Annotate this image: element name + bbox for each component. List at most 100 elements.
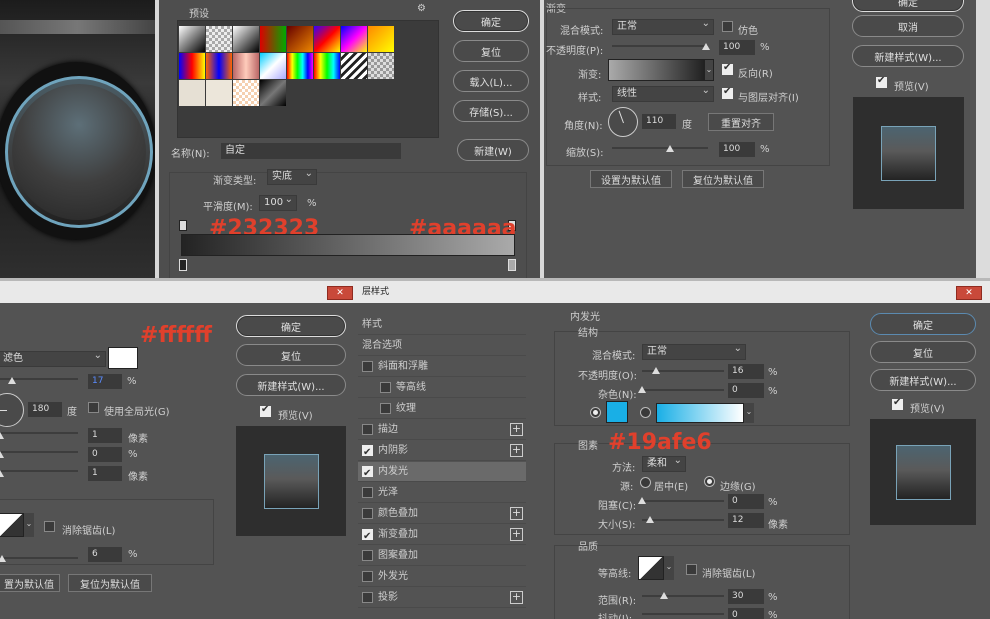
- opacity-knob[interactable]: [652, 367, 660, 374]
- noise-input[interactable]: 6: [88, 547, 122, 562]
- style-item-checkbox[interactable]: [362, 487, 373, 498]
- contour-dropdown[interactable]: ⌄: [24, 513, 34, 537]
- opacity-stop-left[interactable]: [179, 220, 187, 231]
- opacity-input[interactable]: 17: [88, 374, 122, 389]
- dither-checkbox[interactable]: [722, 21, 733, 32]
- load-button[interactable]: 载入(L)...: [453, 70, 529, 92]
- opacity-knob[interactable]: [8, 377, 16, 384]
- new-style-button[interactable]: 新建样式(W)...: [870, 369, 976, 391]
- plus-icon[interactable]: +: [510, 528, 523, 541]
- ok-button[interactable]: 确定: [236, 315, 346, 337]
- new-style-button[interactable]: 新建样式(W)...: [852, 45, 964, 67]
- plus-icon[interactable]: +: [510, 423, 523, 436]
- range-slider[interactable]: [642, 595, 724, 597]
- range-knob[interactable]: [660, 592, 668, 599]
- style-item[interactable]: 投影 +: [358, 588, 526, 608]
- swatch-14[interactable]: [341, 53, 367, 79]
- preview-checkbox[interactable]: [260, 404, 271, 417]
- choke-knob[interactable]: [0, 451, 4, 458]
- style-item-checkbox[interactable]: [362, 361, 373, 372]
- swatch-1[interactable]: [206, 26, 232, 52]
- new-style-button[interactable]: 新建样式(W)...: [236, 374, 346, 396]
- gradient-dropdown[interactable]: ⌄: [704, 59, 714, 81]
- angle-input[interactable]: 180: [28, 402, 62, 417]
- swatch-grid[interactable]: [179, 26, 399, 108]
- type-select[interactable]: 实底: [267, 169, 317, 185]
- style-item-checkbox[interactable]: [380, 382, 391, 393]
- save-button[interactable]: 存储(S)...: [453, 100, 529, 122]
- antialias-checkbox[interactable]: [44, 521, 55, 532]
- swatch-2[interactable]: [233, 26, 259, 52]
- jitter-slider[interactable]: [642, 613, 724, 615]
- reset-button[interactable]: 复位: [870, 341, 976, 363]
- reset-align-button[interactable]: 重置对齐: [708, 113, 774, 131]
- scale-slider[interactable]: [612, 147, 708, 149]
- style-item[interactable]: 图案叠加: [358, 546, 526, 566]
- style-item-checkbox[interactable]: [362, 464, 373, 484]
- swatch-7[interactable]: [368, 26, 394, 52]
- swatch-13[interactable]: [314, 53, 340, 79]
- glow-color-swatch[interactable]: [606, 401, 628, 423]
- global-light-checkbox[interactable]: [88, 402, 99, 413]
- opacity-input[interactable]: 100: [719, 40, 755, 55]
- style-item-checkbox[interactable]: [362, 424, 373, 435]
- noise-slider[interactable]: [642, 389, 724, 391]
- smooth-select[interactable]: 100: [259, 195, 297, 211]
- gear-icon[interactable]: ⚙: [417, 3, 426, 14]
- style-item[interactable]: 内阴影 +: [358, 441, 526, 463]
- style-item-checkbox[interactable]: [362, 571, 373, 582]
- style-item[interactable]: 颜色叠加 +: [358, 504, 526, 524]
- swatch-15[interactable]: [368, 53, 394, 79]
- choke-knob[interactable]: [638, 497, 646, 504]
- center-radio[interactable]: [640, 477, 651, 488]
- noise-slider[interactable]: [0, 557, 78, 559]
- plus-icon[interactable]: +: [510, 444, 523, 457]
- size-knob[interactable]: [0, 470, 4, 477]
- plus-icon[interactable]: +: [510, 591, 523, 604]
- make-default-button[interactable]: 设置为默认值: [590, 170, 672, 188]
- new-button[interactable]: 新建(W): [457, 139, 529, 161]
- choke-slider[interactable]: [0, 451, 78, 453]
- swatch-16[interactable]: [179, 80, 205, 106]
- opacity-slider[interactable]: [612, 45, 708, 47]
- name-input[interactable]: 自定: [221, 143, 401, 159]
- style-item[interactable]: 光泽: [358, 483, 526, 503]
- align-checkbox[interactable]: [722, 86, 733, 99]
- contour-swatch[interactable]: [0, 513, 24, 537]
- blend-select[interactable]: 滤色: [0, 351, 106, 367]
- scale-input[interactable]: 100: [719, 142, 755, 157]
- glow-gradient-swatch[interactable]: [656, 403, 744, 423]
- swatch-11[interactable]: [260, 53, 286, 79]
- style-select[interactable]: 线性: [612, 86, 714, 102]
- style-item[interactable]: 内发光: [358, 462, 526, 484]
- style-item[interactable]: 纹理: [358, 399, 526, 419]
- edge-radio[interactable]: [704, 476, 715, 487]
- swatch-19[interactable]: [260, 80, 286, 106]
- preview-checkbox[interactable]: [876, 75, 887, 88]
- swatch-5[interactable]: [314, 26, 340, 52]
- color-stop-right[interactable]: [508, 259, 516, 271]
- gradient-swatch[interactable]: [608, 59, 704, 81]
- style-item-checkbox[interactable]: [380, 403, 391, 414]
- swatch-4[interactable]: [287, 26, 313, 52]
- reset-default-button[interactable]: 复位为默认值: [682, 170, 764, 188]
- swatch-8[interactable]: [179, 53, 205, 79]
- angle-dial[interactable]: [608, 107, 638, 137]
- plus-icon[interactable]: +: [510, 507, 523, 520]
- distance-slider[interactable]: [0, 432, 78, 434]
- blend-select[interactable]: 正常: [612, 19, 714, 35]
- reset-default-button[interactable]: 复位为默认值: [68, 574, 152, 592]
- style-item[interactable]: 等高线: [358, 378, 526, 398]
- style-item-checkbox[interactable]: [362, 508, 373, 519]
- range-input[interactable]: 30: [728, 589, 764, 604]
- style-item-checkbox[interactable]: [362, 443, 373, 463]
- ok-button[interactable]: 确定: [852, 0, 964, 12]
- angle-dial[interactable]: [0, 393, 24, 427]
- choke-input[interactable]: 0: [728, 494, 764, 509]
- make-default-button[interactable]: 置为默认值: [0, 574, 60, 592]
- style-item[interactable]: 斜面和浮雕: [358, 357, 526, 377]
- angle-input[interactable]: 110: [642, 114, 676, 129]
- choke-slider[interactable]: [642, 500, 724, 502]
- noise-knob[interactable]: [0, 555, 6, 562]
- contour-dropdown[interactable]: ⌄: [664, 556, 674, 580]
